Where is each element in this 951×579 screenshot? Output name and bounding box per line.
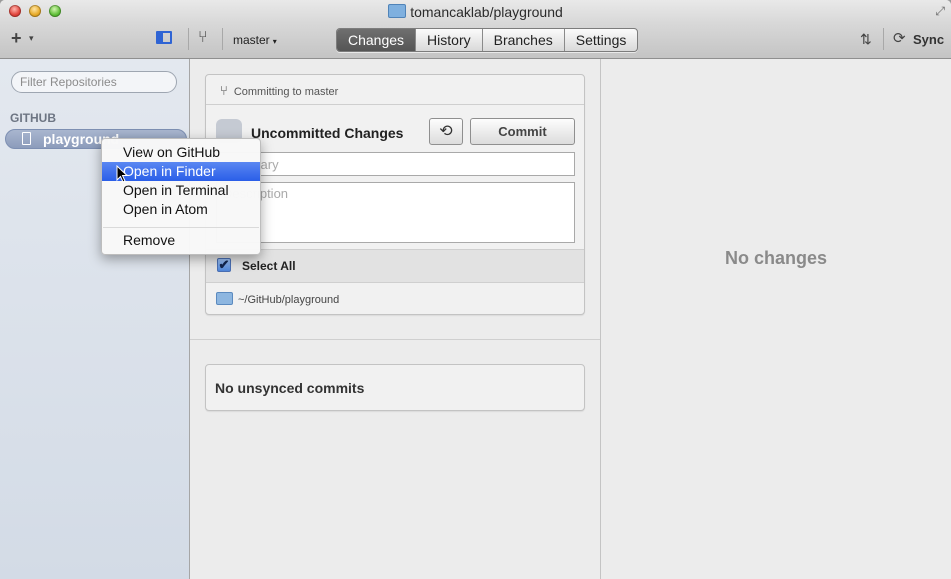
divider: [206, 104, 584, 105]
folder-icon: [388, 4, 407, 18]
tab-settings[interactable]: Settings: [563, 29, 638, 51]
unsynced-commits-label: No unsynced commits: [215, 380, 365, 396]
commit-panel: ⑂ Committing to master Uncommitted Change…: [205, 74, 585, 315]
committing-to-label: ⑂ Committing to master: [220, 83, 338, 98]
sidebar-section-heading: GITHUB: [10, 111, 56, 125]
repository-context-menu: View on GitHub Open in Finder Open in Te…: [101, 138, 261, 255]
view-tabs: Changes History Branches Settings: [336, 28, 639, 52]
toolbar-divider: [222, 28, 223, 50]
toggle-sidebar-icon[interactable]: [156, 31, 172, 44]
tab-changes[interactable]: Changes: [337, 29, 416, 51]
committing-to-text: Committing to master: [233, 86, 339, 98]
branch-icon: ⑂: [220, 83, 228, 98]
add-menu-caret-icon[interactable]: ▾: [29, 33, 34, 44]
sidebar: GITHUB playground: [0, 59, 190, 579]
select-all-row: ✔ Select All: [206, 249, 584, 283]
menu-item-view-on-github[interactable]: View on GitHub: [102, 143, 260, 162]
diff-pane: No changes: [601, 59, 951, 579]
app-window: tomancaklab/playground ⤢ + ▾ ⑂ master ▾ C…: [0, 0, 951, 579]
sync-button[interactable]: Sync: [913, 32, 944, 47]
tab-history[interactable]: History: [415, 29, 482, 51]
chevron-down-icon: ▾: [272, 37, 277, 46]
summary-input[interactable]: [216, 152, 575, 176]
add-repository-icon[interactable]: +: [11, 28, 22, 49]
repository-path[interactable]: ~/GitHub/playground: [216, 292, 339, 306]
window-title-text: tomancaklab/playground: [410, 4, 563, 20]
menu-item-open-in-atom[interactable]: Open in Atom: [102, 200, 260, 219]
unsynced-commits-panel: No unsynced commits: [205, 364, 585, 411]
toolbar: tomancaklab/playground ⤢ + ▾ ⑂ master ▾ C…: [0, 0, 951, 59]
branch-selector[interactable]: master ▾: [233, 33, 277, 47]
menu-separator: [103, 227, 259, 228]
changes-pane: ⑂ Committing to master Uncommitted Change…: [190, 59, 601, 579]
repository-path-text: ~/GitHub/playground: [238, 294, 340, 306]
select-all-checkbox[interactable]: ✔: [217, 258, 231, 272]
window-title: tomancaklab/playground: [0, 4, 951, 20]
branch-icon[interactable]: ⑂: [198, 29, 208, 47]
fullscreen-icon[interactable]: ⤢: [935, 4, 945, 19]
sync-icon[interactable]: ⟳: [893, 29, 906, 47]
toolbar-divider: [883, 28, 884, 50]
no-changes-label: No changes: [724, 248, 828, 268]
filter-repositories-input[interactable]: [11, 71, 177, 93]
description-input[interactable]: [216, 182, 575, 243]
pull-request-icon[interactable]: ⇅: [860, 31, 872, 48]
repository-icon: [22, 132, 31, 145]
folder-icon: [216, 292, 233, 305]
divider: [190, 339, 600, 340]
select-all-label[interactable]: Select All: [242, 259, 296, 273]
menu-item-remove[interactable]: Remove: [102, 231, 260, 250]
undo-commit-icon[interactable]: ⟲: [429, 118, 463, 145]
toolbar-divider: [188, 28, 189, 50]
uncommitted-changes-heading: Uncommitted Changes: [251, 125, 404, 141]
branch-name: master: [233, 33, 270, 47]
menu-item-open-in-terminal[interactable]: Open in Terminal: [102, 181, 260, 200]
commit-button[interactable]: Commit: [470, 118, 575, 145]
tab-branches[interactable]: Branches: [481, 29, 564, 51]
